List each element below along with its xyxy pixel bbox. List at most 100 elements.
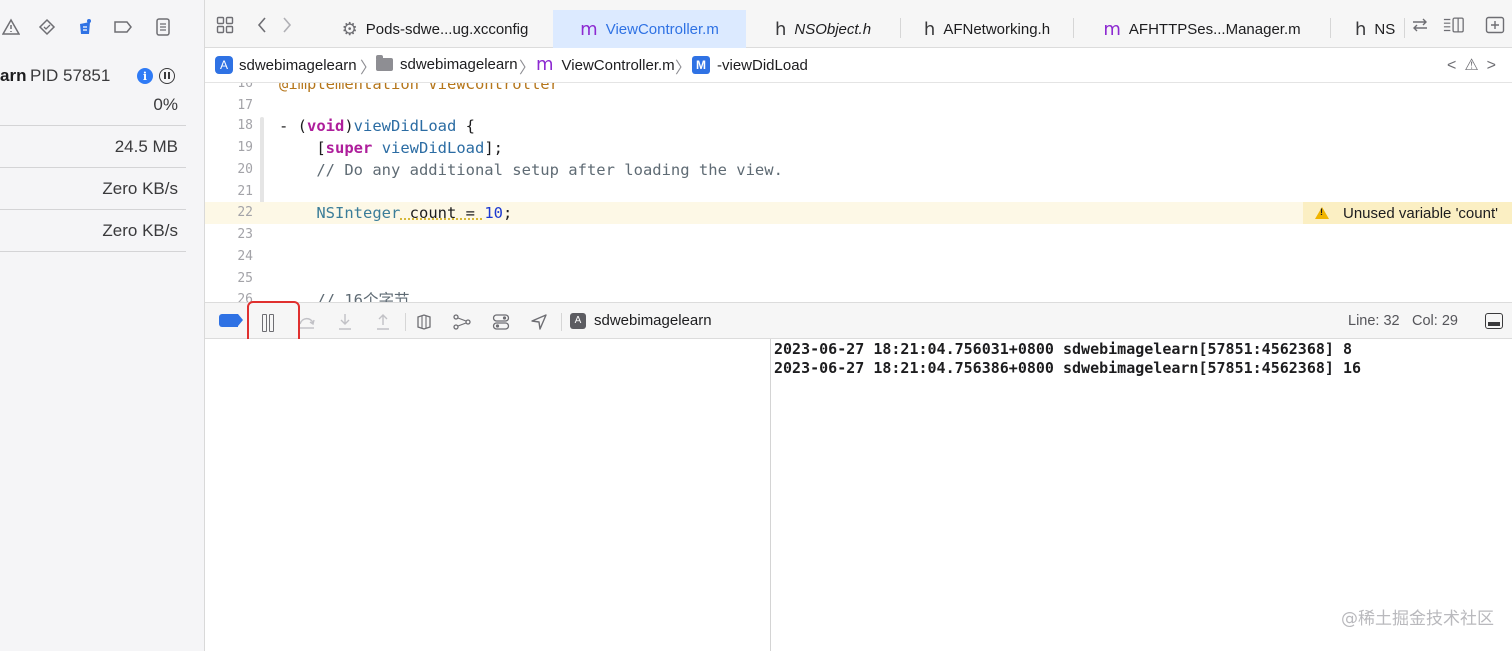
tab-xcconfig[interactable]: ⚙ Pods-sdwe...ug.xcconfig bbox=[315, 10, 555, 48]
folder-icon bbox=[376, 55, 393, 71]
info-icon[interactable]: i bbox=[137, 68, 153, 84]
hide-debug-area-icon[interactable] bbox=[1485, 313, 1503, 329]
code-editor[interactable]: 16 @implementation ViewController 17 18 … bbox=[205, 83, 1512, 302]
navigator-selector-bar bbox=[0, 0, 205, 48]
disk-gauge[interactable]: Zero KB/s bbox=[0, 168, 186, 210]
jump-bar-file-label: ViewController.m bbox=[561, 57, 675, 74]
line-number: 18 bbox=[237, 118, 253, 133]
tab-label: Pods-sdwe...ug.xcconfig bbox=[365, 20, 529, 38]
issue-navigation-arrows-icon[interactable]: <⚠> bbox=[1447, 55, 1504, 75]
m-file-icon: m bbox=[580, 18, 598, 40]
code-line-20[interactable]: 20 // Do any additional setup after load… bbox=[205, 159, 1512, 181]
code-line-21[interactable]: 21 bbox=[205, 181, 1512, 203]
jump-bar-method[interactable]: M -viewDidLoad bbox=[692, 56, 808, 74]
report-navigator-icon[interactable] bbox=[152, 16, 174, 38]
memory-gauge[interactable]: 24.5 MB bbox=[0, 126, 186, 168]
warning-annotation[interactable]: Unused variable 'count' bbox=[1303, 202, 1512, 224]
network-value: Zero KB/s bbox=[102, 221, 178, 240]
watermark: @稀土掘金技术社区 bbox=[1341, 609, 1494, 629]
code-line-24[interactable]: 24 bbox=[205, 246, 1512, 268]
cpu-gauge[interactable]: 0% bbox=[0, 84, 186, 126]
line-number: 16 bbox=[237, 83, 253, 91]
code-line-19[interactable]: 19 [super viewDidLoad]; bbox=[205, 137, 1512, 159]
console-line: 2023-06-27 18:21:04.756386+0800 sdwebima… bbox=[774, 359, 1361, 377]
debug-navigator-icon[interactable] bbox=[74, 16, 96, 38]
line-number: 26 bbox=[237, 292, 253, 302]
h-file-icon: h bbox=[1355, 18, 1367, 40]
tab-afhttpsessionmanager-m[interactable]: m AFHTTPSes...Manager.m bbox=[1074, 10, 1330, 48]
m-file-icon: m bbox=[1103, 18, 1121, 40]
cursor-column: Col: 29 bbox=[1412, 313, 1458, 329]
view-hierarchy-button[interactable] bbox=[413, 311, 435, 333]
line-number: 21 bbox=[237, 184, 253, 199]
line-number: 19 bbox=[237, 140, 253, 155]
gear-icon: ⚙ bbox=[341, 18, 358, 40]
tab-nsobject-h[interactable]: h NSObject.h bbox=[746, 10, 900, 48]
network-gauge[interactable]: Zero KB/s bbox=[0, 210, 186, 252]
step-out-button[interactable] bbox=[372, 311, 394, 333]
line-number: 23 bbox=[237, 227, 253, 242]
process-pid: PID 57851 bbox=[30, 66, 111, 85]
m-file-icon: m bbox=[536, 54, 554, 75]
code-text: NSInteger count = 10; bbox=[316, 204, 513, 222]
code-line-16[interactable]: 16 @implementation ViewController bbox=[205, 83, 1512, 95]
editor-options-icon[interactable] bbox=[1443, 14, 1465, 36]
code-line-23[interactable]: 23 bbox=[205, 224, 1512, 246]
process-selector-label: sdwebimagelearn bbox=[594, 312, 712, 329]
jump-bar-file[interactable]: m ViewController.m bbox=[536, 54, 675, 75]
debug-navigator: arn PID 57851 i 0% 24.5 MB Zero KB/s Zer… bbox=[0, 0, 205, 651]
tab-ns-truncated[interactable]: h NS bbox=[1355, 10, 1403, 48]
warning-icon bbox=[1315, 207, 1329, 219]
environment-overrides-button[interactable] bbox=[490, 311, 512, 333]
tab-viewcontroller-m[interactable]: m ViewController.m bbox=[553, 10, 746, 48]
code-line-18[interactable]: 18 - (void)viewDidLoad { bbox=[205, 115, 1512, 137]
app-icon: A bbox=[215, 56, 233, 74]
paused-status-icon bbox=[159, 68, 175, 84]
chevron-right-icon: 〉 bbox=[519, 60, 536, 77]
jump-bar-group-label: sdwebimagelearn bbox=[400, 56, 518, 73]
code-line-26[interactable]: 26 // 16个字节 bbox=[205, 289, 1512, 302]
breakpoint-navigator-icon[interactable] bbox=[112, 16, 134, 38]
grid-icon[interactable] bbox=[214, 14, 236, 36]
tab-label: ViewController.m bbox=[605, 20, 719, 38]
back-arrow-icon[interactable] bbox=[251, 14, 273, 36]
issue-navigator-icon[interactable] bbox=[0, 16, 22, 38]
editor-tab-bar: ⚙ Pods-sdwe...ug.xcconfig m ViewControll… bbox=[205, 0, 1512, 48]
tab-separator bbox=[1404, 18, 1405, 38]
line-number: 22 bbox=[237, 205, 253, 220]
chevron-right-icon: 〉 bbox=[360, 60, 377, 77]
add-editor-icon[interactable] bbox=[1484, 14, 1506, 36]
test-navigator-icon[interactable] bbox=[36, 16, 58, 38]
process-selector[interactable]: A sdwebimagelearn bbox=[570, 312, 712, 329]
chevron-right-icon: 〉 bbox=[675, 60, 692, 77]
jump-bar-group[interactable]: sdwebimagelearn bbox=[376, 55, 518, 73]
disk-value: Zero KB/s bbox=[102, 179, 178, 198]
simulate-location-button[interactable] bbox=[528, 311, 550, 333]
forward-arrow-icon[interactable] bbox=[276, 14, 298, 36]
line-number: 24 bbox=[237, 249, 253, 264]
jump-bar-project[interactable]: A sdwebimagelearn bbox=[215, 56, 357, 74]
variables-view[interactable] bbox=[205, 339, 771, 651]
code-text: [super viewDidLoad]; bbox=[279, 139, 504, 157]
warning-message: Unused variable 'count' bbox=[1343, 204, 1498, 222]
code-comment: // 16个字节 bbox=[279, 291, 410, 302]
memory-value: 24.5 MB bbox=[114, 137, 178, 156]
line-number: 17 bbox=[237, 98, 253, 113]
console-output[interactable]: 2023-06-27 18:21:04.756031+0800 sdwebima… bbox=[771, 339, 1512, 651]
console-line: 2023-06-27 18:21:04.756031+0800 sdwebima… bbox=[774, 340, 1352, 358]
toolbar-divider bbox=[561, 313, 562, 331]
code-line-25[interactable]: 25 bbox=[205, 268, 1512, 290]
tab-afnetworking-h[interactable]: h AFNetworking.h bbox=[901, 10, 1073, 48]
tab-label: AFNetworking.h bbox=[943, 20, 1051, 38]
breakpoints-toggle-icon[interactable] bbox=[219, 314, 243, 327]
app-icon: A bbox=[570, 312, 586, 329]
swap-arrows-icon[interactable] bbox=[1409, 14, 1431, 36]
debug-bar: A sdwebimagelearn Line: 32 Col: 29 bbox=[205, 302, 1512, 339]
cpu-value: 0% bbox=[153, 95, 178, 114]
code-line-17[interactable]: 17 bbox=[205, 95, 1512, 117]
code-text: - (void)viewDidLoad { bbox=[279, 117, 475, 135]
step-into-button[interactable] bbox=[334, 311, 356, 333]
jump-bar: A sdwebimagelearn 〉 sdwebimagelearn 〉 m … bbox=[205, 48, 1512, 83]
memory-graph-button[interactable] bbox=[451, 311, 473, 333]
tab-separator bbox=[1330, 18, 1331, 38]
